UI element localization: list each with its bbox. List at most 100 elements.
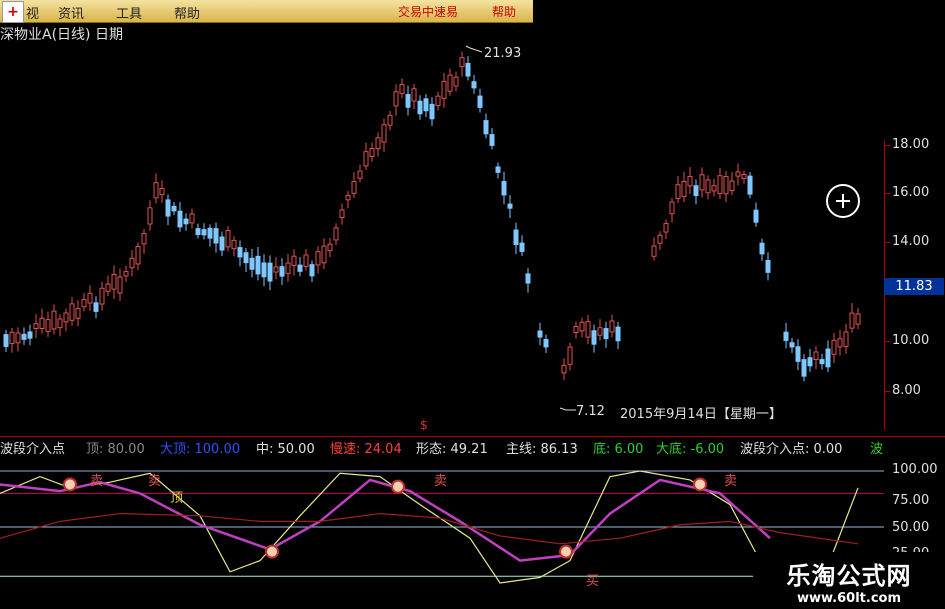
candle (819, 353, 825, 370)
candle (129, 250, 135, 277)
candle (99, 281, 105, 311)
watermark-url: www.60lt.com (796, 591, 902, 606)
candle (117, 268, 123, 301)
candle (57, 314, 63, 337)
candle (405, 85, 411, 116)
candle (69, 297, 75, 326)
candle (495, 162, 501, 179)
candle (663, 219, 669, 240)
menu-bar: + 视 资讯 工具 帮助 交易中速易 帮助 (0, 0, 533, 23)
candle (615, 321, 621, 350)
candle (597, 319, 603, 341)
y-tick-label: 8.00 (892, 383, 921, 398)
y-tick-mark (884, 391, 890, 392)
menu-item-news[interactable]: 资讯 (58, 3, 84, 22)
candle (579, 317, 585, 338)
candle (267, 255, 273, 290)
candlestick-chart[interactable] (0, 22, 884, 442)
menu-item-trade[interactable]: 交易中速易 (398, 3, 458, 20)
menu-item-tools[interactable]: 工具 (116, 3, 142, 22)
candle (123, 265, 129, 283)
candle (753, 202, 759, 227)
candle (693, 179, 699, 205)
y-tick-mark (884, 145, 890, 146)
menu-item-truncated[interactable]: 视 (26, 3, 39, 22)
candle (435, 91, 441, 111)
candle (135, 242, 141, 271)
candle (183, 213, 189, 231)
signal-dot-icon (265, 544, 279, 559)
candle (249, 248, 255, 278)
candle (321, 238, 327, 270)
candle (675, 176, 681, 204)
form-line (0, 478, 771, 562)
menu-item-help-right[interactable]: 帮助 (492, 3, 516, 20)
candle (687, 167, 693, 195)
speed-line (0, 512, 859, 545)
indicator-tick: 50.00 (892, 520, 930, 535)
candle (465, 56, 471, 81)
candle (561, 358, 567, 381)
candle (789, 337, 795, 353)
app-logo-icon[interactable]: + (2, 1, 24, 23)
candle (309, 260, 315, 283)
candle (207, 224, 213, 247)
candle (147, 200, 153, 231)
signal-sell: 卖 (434, 474, 448, 489)
signal-dot-icon (391, 479, 405, 494)
watermark-title: 乐淘公式网 (786, 562, 912, 590)
candle (225, 226, 231, 252)
date-label: 2015年9月14日【星期一】 (620, 407, 782, 422)
candle (657, 231, 663, 250)
candle (237, 240, 243, 267)
candle (825, 340, 831, 373)
signal-sell: 卖 (148, 474, 162, 489)
candle (297, 257, 303, 277)
signal-sell: 卖 (724, 474, 738, 489)
candle (327, 238, 333, 258)
candle (273, 257, 279, 280)
candle (609, 314, 615, 338)
indicator-tick: 100.00 (892, 462, 938, 477)
candle (261, 254, 267, 287)
menu-item-help[interactable]: 帮助 (174, 3, 200, 22)
candle (357, 164, 363, 183)
candle (21, 327, 27, 345)
candle (855, 307, 861, 330)
y-tick-mark (884, 242, 890, 243)
candle (3, 329, 9, 352)
candle (81, 292, 87, 312)
candle (381, 118, 387, 152)
y-tick-label: 16.00 (892, 185, 930, 200)
signal-dot-icon (559, 544, 573, 559)
candle (603, 321, 609, 348)
y-tick-mark (884, 341, 890, 342)
signal-top: 顶 (170, 491, 184, 506)
candle (231, 236, 237, 257)
signal-buy: 买 (586, 574, 600, 589)
candle (849, 303, 855, 333)
candle (729, 172, 735, 196)
candle (51, 304, 57, 335)
candle (33, 314, 39, 339)
low-arrow (559, 407, 576, 411)
candle (153, 173, 159, 204)
candle (759, 238, 765, 261)
candle (201, 223, 207, 240)
candle (27, 324, 33, 346)
candle (651, 237, 657, 261)
candle (525, 268, 531, 293)
candle (303, 249, 309, 271)
candle (807, 348, 813, 372)
high-arrow (465, 45, 483, 53)
candle (441, 72, 447, 108)
candle (111, 265, 117, 299)
candle (177, 202, 183, 232)
candle (537, 322, 543, 346)
zoom-in-icon[interactable] (826, 184, 860, 218)
candle (369, 142, 375, 162)
candle (417, 95, 423, 120)
candle (315, 246, 321, 274)
candle (63, 308, 69, 332)
candle (501, 171, 507, 205)
